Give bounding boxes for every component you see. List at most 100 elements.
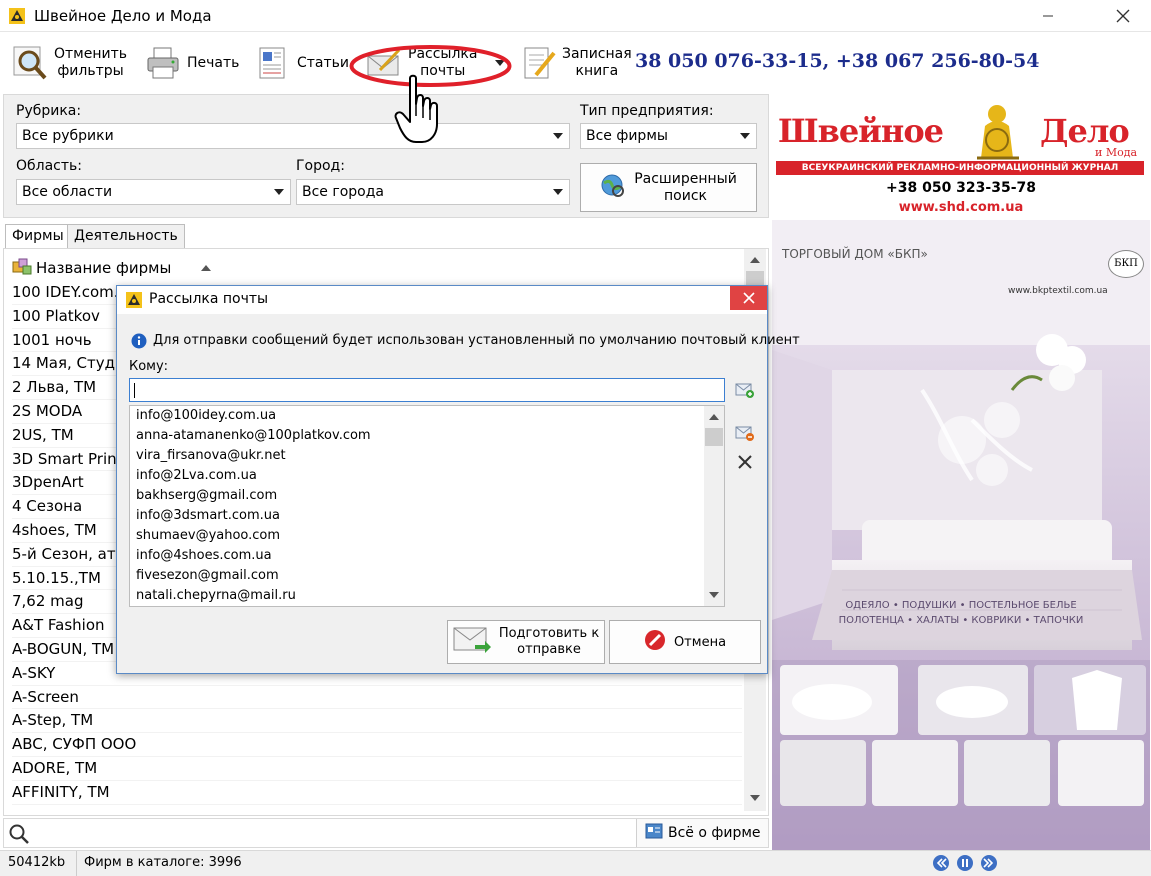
scroll-up-icon[interactable] [709,414,719,420]
dialog-title: Рассылка почты [149,291,269,307]
advanced-search-button[interactable]: Расширенный поиск [580,163,757,212]
to-label: Кому: [129,359,169,374]
city-label: Город: [296,158,345,174]
ad-phone: +38 050 323-35-78 [886,180,1036,196]
dialog-close-button[interactable] [730,286,767,310]
ad-banner-side[interactable]: ТОРГОВЫЙ ДОМ «БКП» БКП www.bkptextil.com… [772,220,1150,850]
ad-logo-figure-icon [967,100,1027,162]
search-bar: Всё о фирме [3,818,769,848]
email-item[interactable]: shumaev@yahoo.com [136,526,280,546]
add-address-icon[interactable] [735,381,755,403]
app-icon [8,7,26,25]
envelope-arrow-icon [453,625,491,659]
chevron-down-icon [274,189,284,195]
text-caret [134,383,135,398]
rubric-select[interactable]: Все рубрики [16,123,570,149]
memory-size: 50412kb [8,855,66,870]
window-title: Швейное Дело и Мода [34,7,212,25]
minimize-button[interactable] [1025,0,1071,32]
tab-strip: Фирмы Деятельность [3,222,769,250]
type-select[interactable]: Все фирмы [580,123,757,149]
table-row[interactable]: ADORE, ТМ [12,757,742,781]
clear-list-icon[interactable] [737,454,753,474]
table-row[interactable]: A-Step, ТМ [12,709,742,734]
table-row[interactable]: ABC, СУФП ООО [12,733,742,757]
region-select[interactable]: Все области [16,179,291,205]
scroll-down-icon[interactable] [709,592,719,598]
region-label: Область: [16,158,83,174]
table-row[interactable]: AFFINITY, ТМ [12,781,742,805]
email-item[interactable]: natali.chepyrna@mail.ru [136,586,296,606]
articles-label: Статьи [297,54,350,71]
ad-url: www.shd.com.ua [898,200,1024,215]
email-item[interactable]: info@4shoes.com.ua [136,546,272,566]
print-button[interactable]: Печать [145,40,239,86]
tab-firms[interactable]: Фирмы [5,224,71,250]
next-icon[interactable] [980,854,998,876]
chevron-down-icon [553,133,563,139]
cancel-filters-button[interactable]: Отменить фильтры [12,40,127,86]
notebook-button[interactable]: Записная книга [520,40,632,86]
ad-brand-word1: Швейное [778,112,944,150]
about-firm-button[interactable]: Всё о фирме [636,819,768,847]
articles-button[interactable]: Статьи [255,40,349,86]
list-header-label: Название фирмы [36,259,172,277]
filters-panel: Рубрика: Все рубрики Тип предприятия: Вс… [3,94,769,218]
email-item[interactable]: vira_firsanova@ukr.net [136,446,286,466]
rubric-label: Рубрика: [16,103,82,119]
chevron-down-icon [553,189,563,195]
city-select[interactable]: Все города [296,179,570,205]
app-icon [125,291,143,313]
ad-bedroom-image [772,220,1150,850]
email-item[interactable]: fivesezon@gmail.com [136,566,279,586]
prepare-send-button[interactable]: Подготовить к отправке [447,620,605,664]
type-value: Все фирмы [586,128,668,144]
phone-banner: 38 050 076-33-15, +38 067 256-80-54 [635,50,1040,72]
articles-icon [255,45,291,81]
pause-icon[interactable] [956,854,974,876]
info-text: Для отправки сообщений будет использован… [153,333,800,348]
email-list[interactable]: info@100idey.com.ua anna-atamanenko@100pl… [129,405,725,607]
ad-brand-word2: Дело [1040,112,1130,150]
scroll-thumb[interactable] [705,428,723,446]
ad-products-line2: ПОЛОТЕНЦА • ХАЛАТЫ • КОВРИКИ • ТАПОЧКИ [838,615,1084,626]
ad-brand-word3: и Мода [1095,146,1138,159]
to-input[interactable] [129,378,725,402]
scroll-down-icon[interactable] [750,795,760,801]
close-window-button[interactable] [1100,0,1146,32]
email-item[interactable]: info@2Lva.com.ua [136,466,257,486]
ad-banner-top[interactable]: Швейное Дело и Мода ВСЕУКРАИНСКИЙ РЕКЛАМ… [772,94,1150,218]
ad-logo: БКП [1108,250,1144,278]
mailing-dialog: Рассылка почты Для отправки сообщений бу… [116,285,800,674]
cancel-filters-label: Отменить фильтры [54,46,128,79]
ad-company: ТОРГОВЫЙ ДОМ «БКП» [782,247,928,261]
list-header[interactable]: Название фирмы [12,257,212,279]
info-icon [131,333,147,353]
type-label: Тип предприятия: [580,103,714,119]
print-label: Печать [187,54,240,71]
cancel-button[interactable]: Отмена [609,620,761,664]
about-firm-label: Всё о фирме [668,825,761,841]
advanced-search-label: Расширенный поиск [634,170,737,204]
chevron-down-icon [740,133,750,139]
email-item[interactable]: bakhserg@gmail.com [136,486,277,506]
ad-tagline: ВСЕУКРАИНСКИЙ РЕКЛАМНО-ИНФОРМАЦИОННЫЙ ЖУ… [776,161,1144,175]
rubric-value: Все рубрики [22,128,114,144]
scroll-up-icon[interactable] [750,257,760,263]
email-item[interactable]: anna-atamanenko@100platkov.com [136,426,371,446]
sort-ascending-icon [201,265,212,271]
search-input[interactable] [34,821,634,845]
table-row[interactable]: A-Screen [12,686,742,710]
remove-address-icon[interactable] [735,424,755,446]
tab-activity[interactable]: Деятельность [67,224,185,248]
notebook-icon [520,45,556,81]
email-item[interactable]: info@100idey.com.ua [136,406,276,426]
city-value: Все города [302,184,384,200]
cancel-icon [644,629,666,655]
email-list-scrollbar[interactable] [704,406,724,606]
magnifier-icon [12,45,48,81]
card-icon [645,823,663,843]
prev-icon[interactable] [932,854,950,876]
email-item[interactable]: info@3dsmart.com.ua [136,506,280,526]
notebook-label: Записная книга [562,46,632,79]
